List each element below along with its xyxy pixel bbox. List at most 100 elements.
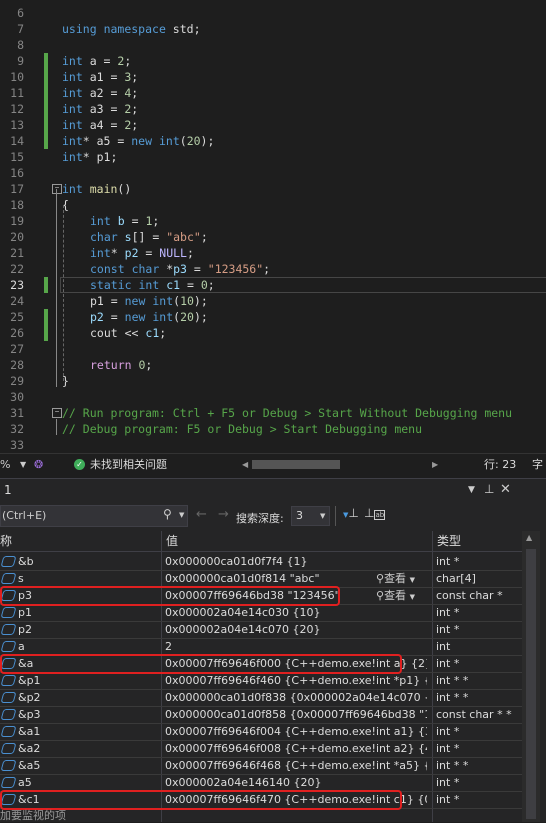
watch-name[interactable]: &b: [18, 553, 34, 570]
code-line[interactable]: return 0;: [90, 357, 152, 373]
variable-icon: [0, 624, 17, 635]
code-line[interactable]: int* a5 = new int(20);: [62, 133, 214, 149]
code-line[interactable]: int a = 2;: [62, 53, 131, 69]
header-name[interactable]: 称: [0, 531, 12, 551]
fold-toggle-icon[interactable]: −: [52, 184, 62, 194]
watch-value[interactable]: 0x00007ff69646f460 {C++demo.exe!int *p1}…: [165, 672, 427, 689]
watch-row[interactable]: &a5 0x00007ff69646f468 {C++demo.exe!int *…: [0, 757, 522, 775]
watch-name[interactable]: s: [18, 570, 24, 587]
code-token: =: [138, 246, 160, 260]
code-line[interactable]: p1 = new int(10);: [90, 293, 208, 309]
watch-row[interactable]: p1 0x000002a04e14c030 {10} int *: [0, 604, 522, 622]
variable-icon: [0, 692, 17, 703]
watch-row[interactable]: &p2 0x000000ca01d0f838 {0x000002a04e14c07…: [0, 689, 522, 707]
code-token: new: [131, 134, 153, 148]
chevron-down-icon: ▼: [409, 593, 415, 601]
watch-row[interactable]: &p3 0x000000ca01d0f858 {0x00007ff69646bd3…: [0, 706, 522, 724]
watch-name[interactable]: &p3: [18, 706, 41, 723]
search-icon[interactable]: ⚲: [163, 507, 172, 521]
search-options-icon[interactable]: ▼: [179, 511, 184, 519]
code-line[interactable]: int main(): [62, 181, 131, 197]
watch-value[interactable]: 0x000002a04e146140 {20}: [165, 774, 427, 791]
zoom-level[interactable]: %: [0, 454, 10, 476]
watch-name[interactable]: &a2: [18, 740, 40, 757]
change-marker: [44, 277, 48, 293]
horizontal-scrollbar[interactable]: [252, 460, 340, 469]
line-indicator: 行: 23: [484, 458, 517, 471]
code-line[interactable]: cout << c1;: [90, 325, 166, 341]
code-line[interactable]: int a2 = 4;: [62, 85, 138, 101]
code-token: int: [62, 54, 83, 68]
code-line[interactable]: int* p1;: [62, 149, 117, 165]
watch-value[interactable]: 0x000000ca01d0f858 {0x00007ff69646bd38 "…: [165, 706, 427, 723]
watch-value[interactable]: 0x00007ff69646f008 {C++demo.exe!int a2} …: [165, 740, 427, 757]
vertical-scrollbar[interactable]: ▲: [522, 531, 540, 822]
scroll-up-icon[interactable]: ▲: [526, 533, 532, 542]
watch-value[interactable]: 2: [165, 638, 427, 655]
watch-value[interactable]: 0x00007ff69646f468 {C++demo.exe!int *a5}…: [165, 757, 427, 774]
fold-guide: [56, 419, 57, 435]
watch-name[interactable]: &p2: [18, 689, 41, 706]
watch-row[interactable]: &p1 0x00007ff69646f460 {C++demo.exe!int *…: [0, 672, 522, 690]
code-line[interactable]: int a1 = 3;: [62, 69, 138, 85]
code-token: new: [124, 310, 146, 324]
pin-filter-icon[interactable]: ▼⊥: [343, 506, 359, 520]
current-line-highlight: [60, 277, 546, 293]
header-value[interactable]: 值: [166, 531, 178, 551]
watch-name[interactable]: &a5: [18, 757, 40, 774]
watch-row[interactable]: p2 0x000002a04e14c070 {20} int *: [0, 621, 522, 639]
fold-toggle-icon[interactable]: −: [52, 408, 62, 418]
code-line[interactable]: int b = 1;: [90, 213, 159, 229]
watch-value[interactable]: 0x000002a04e14c030 {10}: [165, 604, 427, 621]
watch-value[interactable]: 0x000000ca01d0f838 {0x000002a04e14c070 {…: [165, 689, 427, 706]
code-line[interactable]: // Run program: Ctrl + F5 or Debug > Sta…: [62, 405, 512, 421]
back-arrow-icon[interactable]: ←: [196, 507, 207, 522]
watch-row[interactable]: &b 0x000000ca01d0f7f4 {1} int *: [0, 553, 522, 571]
watch-type: int *: [436, 623, 460, 636]
code-editor[interactable]: 6 7 using namespace std; 8 9 int a = 2; 10 int …: [0, 0, 546, 452]
line-number: 11: [10, 86, 24, 100]
header-type[interactable]: 类型: [437, 531, 461, 551]
pin-ab-icon[interactable]: ⊥ab: [364, 506, 386, 520]
forward-arrow-icon[interactable]: →: [218, 507, 229, 522]
code-line[interactable]: int a3 = 2;: [62, 101, 138, 117]
code-line[interactable]: int a4 = 2;: [62, 117, 138, 133]
watch-type: int *: [436, 725, 460, 738]
scroll-right-icon[interactable]: ▶: [432, 454, 438, 476]
code-line[interactable]: // Debug program: F5 or Debug > Start De…: [62, 421, 422, 437]
watch-name[interactable]: a: [18, 638, 25, 655]
copilot-icon[interactable]: ❂: [34, 454, 43, 476]
code-token: new: [124, 294, 146, 308]
watch-row[interactable]: &a1 0x00007ff69646f004 {C++demo.exe!int a…: [0, 723, 522, 741]
depth-select[interactable]: 3 ▼: [291, 506, 330, 526]
code-line[interactable]: char s[] = "abc";: [90, 229, 208, 245]
watch-value[interactable]: 0x000002a04e14c070 {20}: [165, 621, 427, 638]
line-number: 12: [10, 102, 24, 116]
watch-name[interactable]: p1: [18, 604, 32, 621]
code-token: p2: [124, 246, 139, 260]
watch-name[interactable]: a5: [18, 774, 32, 791]
watch-name[interactable]: p2: [18, 621, 32, 638]
code-token: ;: [131, 70, 139, 84]
scroll-left-icon[interactable]: ◀: [242, 454, 248, 476]
watch-row[interactable]: &a2 0x00007ff69646f008 {C++demo.exe!int a…: [0, 740, 522, 758]
zoom-dropdown-icon[interactable]: ▼: [20, 454, 26, 476]
search-input[interactable]: (Ctrl+E) ⚲ ▼: [0, 505, 188, 527]
watch-value[interactable]: 0x000000ca01d0f7f4 {1}: [165, 553, 427, 570]
scroll-thumb[interactable]: [526, 549, 536, 819]
code-token: );: [193, 294, 208, 308]
close-icon[interactable]: ✕: [500, 482, 511, 497]
code-line[interactable]: int* p2 = NULL;: [90, 245, 194, 261]
code-line[interactable]: p2 = new int(20);: [90, 309, 208, 325]
code-line[interactable]: using namespace std;: [62, 21, 201, 37]
pin-icon[interactable]: ⊥: [484, 482, 494, 496]
watch-name[interactable]: &p1: [18, 672, 41, 689]
window-menu-icon[interactable]: ▼: [468, 485, 475, 495]
code-line[interactable]: const char *p3 = "123456";: [90, 261, 270, 277]
watch-value[interactable]: 0x00007ff69646f004 {C++demo.exe!int a1} …: [165, 723, 427, 740]
watch-name[interactable]: &a1: [18, 723, 40, 740]
issues-status[interactable]: 未找到相关问题: [90, 454, 167, 476]
